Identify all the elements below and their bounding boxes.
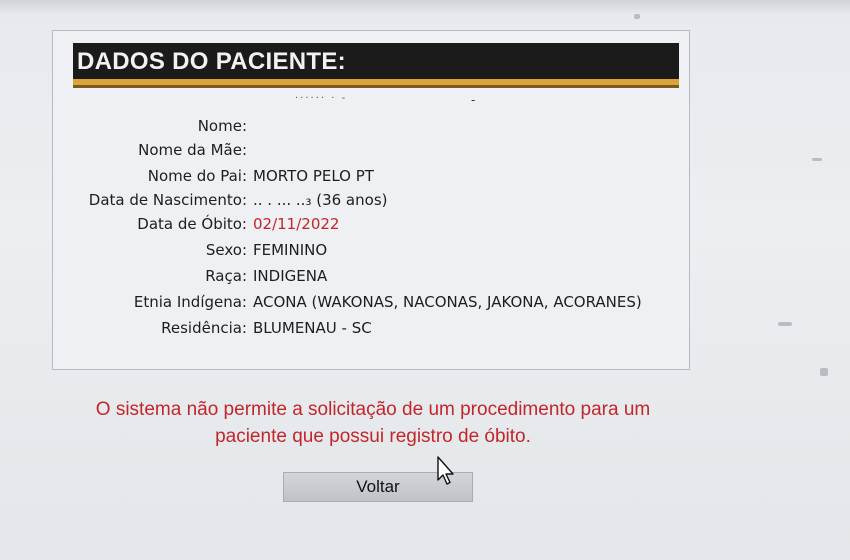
- error-message-line: O sistema não permite a solicitação de u…: [95, 399, 651, 420]
- field-value: MORTO PELO PT: [253, 167, 374, 185]
- panel-header: DADOS DO PACIENTE:: [73, 43, 679, 88]
- mouse-cursor-icon: [437, 456, 454, 485]
- patient-data-panel: DADOS DO PACIENTE: ······ · - - Nome: No…: [52, 30, 690, 370]
- field-label: Residência:: [161, 319, 247, 337]
- field-value-red: 02/11/2022: [253, 215, 340, 233]
- field-data-obito: Data de Óbito: 02/11/2022: [53, 215, 689, 239]
- field-nome-mae: Nome da Mãe:: [53, 141, 689, 165]
- field-nome: Nome:: [53, 117, 689, 141]
- blurred-dash: -: [471, 93, 476, 107]
- field-value: ACONA (WAKONAS, NACONAS, JAKONA, ACORANE…: [253, 293, 642, 311]
- screen-speck: [634, 14, 640, 19]
- field-etnia: Etnia Indígena: ACONA (WAKONAS, NACONAS,…: [53, 293, 689, 317]
- error-message-line: paciente que possui registro de óbito.: [215, 426, 531, 447]
- field-data-nascimento: Data de Nascimento: .. . ... ..₃ (36 ano…: [53, 191, 689, 215]
- field-label: Raça:: [205, 267, 247, 285]
- field-value: FEMININO: [253, 241, 328, 259]
- field-label: Nome da Mãe:: [138, 141, 247, 159]
- screen-speck: [820, 368, 828, 376]
- blurred-text: ······ · -: [295, 93, 348, 104]
- field-label: Nome:: [197, 117, 247, 135]
- screen-speck: [778, 322, 792, 326]
- field-label: Data de Óbito:: [137, 215, 247, 233]
- screen-speck: [812, 158, 822, 161]
- field-value: .. . ... ..₃ (36 anos): [253, 191, 388, 209]
- field-residencia: Residência: BLUMENAU - SC: [53, 319, 689, 343]
- field-label: Etnia Indígena:: [133, 293, 247, 311]
- field-nome-pai: Nome do Pai: MORTO PELO PT: [53, 167, 689, 191]
- field-value: BLUMENAU - SC: [253, 319, 372, 337]
- field-label: Sexo:: [205, 241, 247, 259]
- error-message: O sistema não permite a solicitação de u…: [38, 396, 708, 450]
- field-value: INDIGENA: [253, 267, 328, 285]
- field-raca: Raça: INDIGENA: [53, 267, 689, 291]
- panel-title: DADOS DO PACIENTE:: [77, 48, 346, 75]
- top-shadow: [0, 0, 850, 14]
- field-label: Nome do Pai:: [147, 167, 247, 185]
- field-sexo: Sexo: FEMININO: [53, 241, 689, 265]
- field-label: Data de Nascimento:: [88, 191, 247, 209]
